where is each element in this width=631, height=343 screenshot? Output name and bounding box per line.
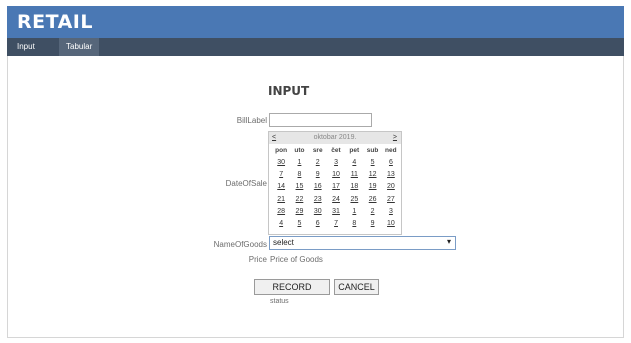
calendar-day[interactable]: 16	[309, 183, 327, 195]
calendar-month-title: oktobar 2019.	[313, 134, 357, 141]
nav-item-tabular[interactable]: Tabular	[59, 38, 100, 56]
weekday-header: ned	[385, 147, 397, 154]
calendar-day[interactable]: 3	[382, 208, 400, 220]
calendar-day[interactable]: 7	[327, 220, 345, 232]
calendar-day[interactable]: 22	[290, 196, 308, 208]
page-title: INPUT	[268, 84, 310, 98]
bill-input[interactable]	[269, 113, 372, 127]
calendar-day[interactable]: 30	[309, 208, 327, 220]
calendar-day[interactable]: 11	[345, 171, 363, 183]
weekday-header: sub	[366, 147, 379, 154]
nav-item-input[interactable]: Input	[10, 38, 42, 56]
calendar-day[interactable]: 27	[382, 196, 400, 208]
calendar-day[interactable]: 18	[345, 183, 363, 195]
app-header: RETAIL	[7, 6, 624, 38]
calendar-day[interactable]: 29	[290, 208, 308, 220]
calendar-day[interactable]: 1	[345, 208, 363, 220]
calendar-day[interactable]: 3	[327, 159, 345, 171]
chevron-down-icon: ▾	[446, 237, 451, 246]
calendar-day[interactable]: 14	[272, 183, 290, 195]
calendar-day[interactable]: 20	[382, 183, 400, 195]
calendar-day[interactable]: 8	[345, 220, 363, 232]
calendar-day[interactable]: 19	[363, 183, 381, 195]
calendar-day[interactable]: 17	[327, 183, 345, 195]
bill-label: BillLabel	[236, 116, 267, 125]
goods-select-value: select	[273, 238, 294, 247]
nav-bar: Input Tabular	[7, 38, 624, 56]
calendar-day[interactable]: 4	[345, 159, 363, 171]
calendar-day[interactable]: 4	[272, 220, 290, 232]
calendar-day[interactable]: 15	[290, 183, 308, 195]
calendar-day[interactable]: 13	[382, 171, 400, 183]
calendar-day[interactable]: 25	[345, 196, 363, 208]
calendar-day[interactable]: 8	[290, 171, 308, 183]
calendar-day[interactable]: 6	[382, 159, 400, 171]
calendar-day[interactable]: 28	[272, 208, 290, 220]
calendar-day[interactable]: 9	[363, 220, 381, 232]
calendar-day[interactable]: 30	[272, 159, 290, 171]
price-label: Price	[248, 255, 267, 264]
weekday-header: pet	[349, 147, 360, 154]
weekday-header: pon	[275, 147, 288, 154]
calendar-day[interactable]: 1	[290, 159, 308, 171]
record-button[interactable]: RECORD	[254, 279, 330, 295]
calendar-day[interactable]: 7	[272, 171, 290, 183]
calendar-weekdays: pon uto sre čet pet sub ned	[272, 147, 400, 154]
calendar-day[interactable]: 10	[327, 171, 345, 183]
calendar-day[interactable]: 24	[327, 196, 345, 208]
calendar-day[interactable]: 5	[363, 159, 381, 171]
calendar-header: < oktobar 2019. >	[269, 132, 401, 144]
calendar-days: 30 1 2 3 4 5 6 7 8 9 10 11 12 13 14 15 16 17 18 19 20 21 22 23 2…	[272, 159, 400, 232]
status-text: status	[270, 298, 289, 305]
brand-logo: RETAIL	[17, 11, 93, 33]
weekday-header: sre	[312, 147, 323, 154]
calendar-day[interactable]: 21	[272, 196, 290, 208]
cancel-button[interactable]: CANCEL	[334, 279, 379, 295]
calendar-day[interactable]: 31	[327, 208, 345, 220]
calendar-day[interactable]: 5	[290, 220, 308, 232]
date-of-sale-label: DateOfSale	[225, 179, 267, 188]
calendar-day[interactable]: 23	[309, 196, 327, 208]
price-value: Price of Goods	[270, 255, 323, 264]
goods-label: NameOfGoods	[213, 240, 267, 249]
next-month-button[interactable]: >	[393, 134, 397, 141]
date-picker: < oktobar 2019. > pon uto sre čet pet sub ned …	[268, 131, 402, 235]
calendar-day[interactable]: 12	[363, 171, 381, 183]
calendar-day[interactable]: 2	[363, 208, 381, 220]
calendar-day[interactable]: 10	[382, 220, 400, 232]
weekday-header: čet	[331, 147, 341, 154]
calendar-day[interactable]: 26	[363, 196, 381, 208]
calendar-day[interactable]: 9	[309, 171, 327, 183]
weekday-header: uto	[294, 147, 305, 154]
calendar-day[interactable]: 2	[309, 159, 327, 171]
calendar-day[interactable]: 6	[309, 220, 327, 232]
goods-select[interactable]: select ▾	[269, 236, 456, 250]
